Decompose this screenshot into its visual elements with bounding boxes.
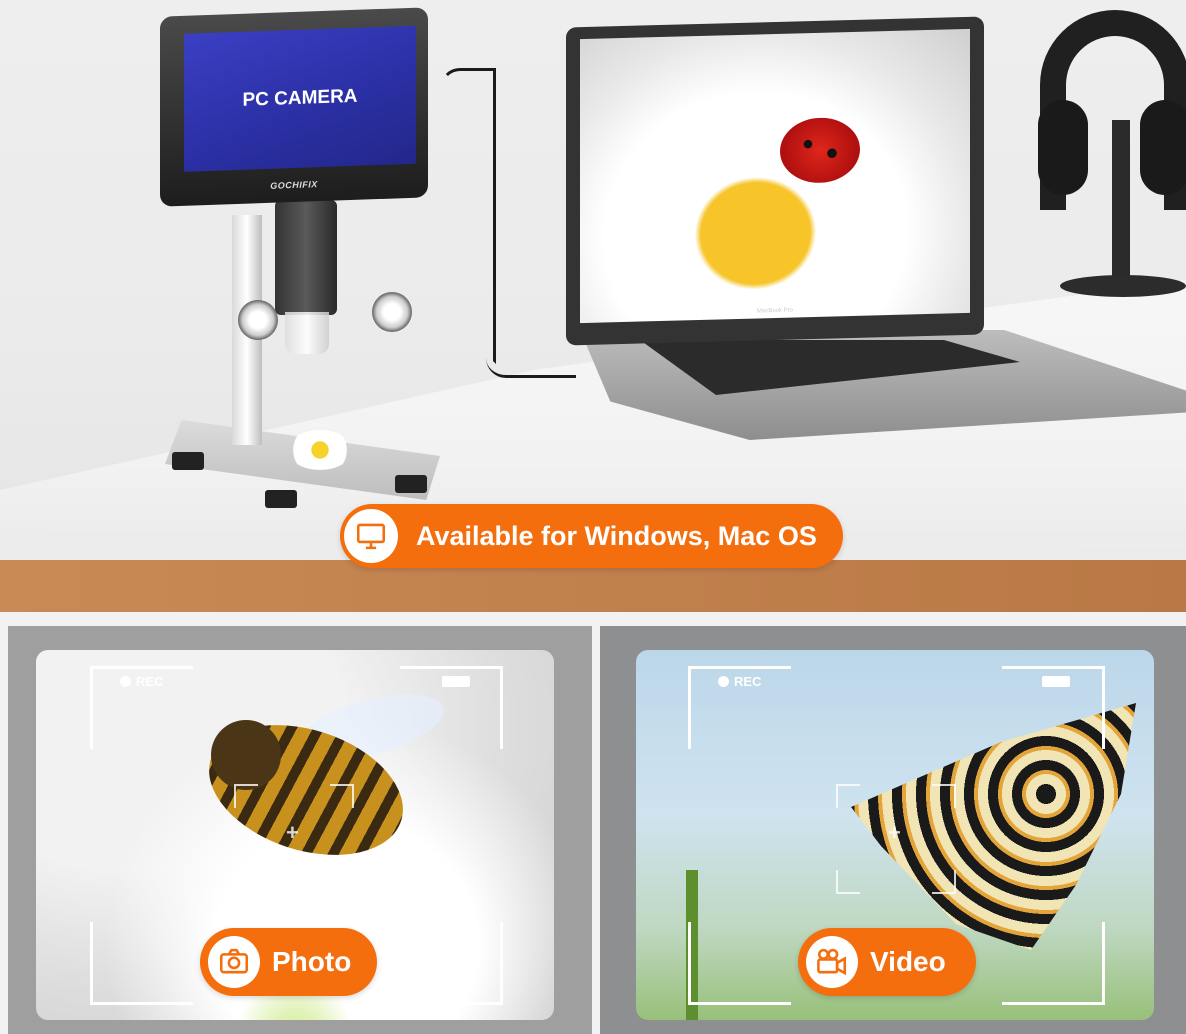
photo-label: Photo	[272, 946, 352, 977]
video-label: Video	[870, 946, 946, 977]
viewfinder-corner	[1002, 922, 1105, 1005]
video-button[interactable]: Video	[798, 928, 976, 996]
crosshair-icon: +	[888, 820, 901, 845]
laptop-label: MacBook Pro	[756, 307, 793, 315]
microscope-foot	[395, 475, 427, 493]
microscope-foot	[265, 490, 297, 508]
viewfinder-corner	[400, 922, 503, 1005]
os-compat-banner: Available for Windows, Mac OS	[340, 504, 843, 568]
video-panel: REC + Video	[600, 626, 1186, 1034]
focus-frame: +	[234, 784, 354, 894]
viewfinder-corner	[90, 922, 193, 1005]
rec-indicator: REC	[120, 674, 163, 689]
lens-tip	[285, 312, 329, 354]
hero-scene: MacBook Pro PC CAMERA GOCHIFIX Available…	[0, 0, 1186, 612]
ladybug-image	[780, 116, 860, 184]
rec-label: REC	[136, 674, 164, 689]
rec-dot-icon	[120, 676, 131, 687]
crosshair-icon: +	[286, 820, 299, 845]
battery-icon	[442, 676, 470, 687]
banner-text: Available for Windows, Mac OS	[416, 520, 817, 551]
headphone-cup-right	[1140, 100, 1186, 195]
photo-panel: REC + Photo	[8, 626, 592, 1034]
headphone-stand-base	[1060, 275, 1186, 297]
laptop-screen: MacBook Pro	[580, 28, 970, 324]
camera-icon	[208, 936, 260, 988]
microscope-lens	[275, 200, 337, 315]
daisy-sample	[288, 430, 352, 470]
rec-indicator: REC	[718, 674, 761, 689]
headphone-cup-left	[1038, 100, 1088, 195]
monitor-icon	[344, 509, 398, 563]
battery-icon	[1042, 676, 1070, 687]
rec-label: REC	[734, 674, 762, 689]
microscope-foot	[172, 452, 204, 470]
microscope-monitor: PC CAMERA GOCHIFIX	[160, 7, 428, 207]
viewfinder-corner	[688, 922, 791, 1005]
photo-button[interactable]: Photo	[200, 928, 378, 996]
laptop: MacBook Pro	[566, 16, 984, 346]
rec-dot-icon	[718, 676, 729, 687]
usb-cable	[440, 68, 496, 364]
focus-frame: +	[836, 784, 956, 894]
monitor-text: PC CAMERA	[242, 85, 358, 111]
usb-cable-end	[486, 340, 576, 378]
video-camera-icon	[806, 936, 858, 988]
monitor-screen: PC CAMERA	[184, 25, 416, 172]
monitor-brand: GOCHIFIX	[270, 179, 318, 191]
led-light	[238, 300, 278, 340]
led-light	[372, 292, 412, 332]
